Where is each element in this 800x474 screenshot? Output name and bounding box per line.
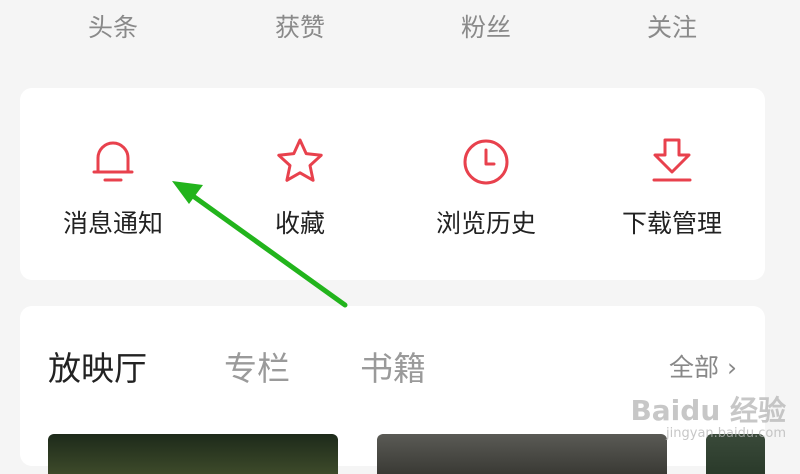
video-thumbnail[interactable]	[377, 434, 667, 474]
stat-headlines[interactable]: 头条	[88, 8, 138, 44]
baidu-watermark: Baidu 经验 jingyan.baidu.com	[630, 396, 786, 442]
tab-columns[interactable]: 专栏	[224, 342, 290, 390]
stat-following[interactable]: 关注	[647, 8, 697, 44]
messages-label: 消息通知	[62, 209, 163, 238]
downloads-button[interactable]: 下载管理	[587, 134, 757, 240]
quick-actions-card: 消息通知 收藏 浏览历史 下载管理	[20, 88, 765, 280]
tab-cinema[interactable]: 放映厅	[48, 342, 147, 390]
bell-icon	[92, 141, 134, 182]
download-icon	[652, 138, 692, 182]
watermark-url: jingyan.baidu.com	[666, 426, 786, 441]
profile-stats-row: 头条 获赞 粉丝 关注	[0, 0, 800, 60]
video-thumbnail[interactable]	[48, 434, 338, 474]
history-button[interactable]: 浏览历史	[401, 134, 571, 240]
history-label: 浏览历史	[435, 209, 536, 238]
watermark-brand: Baidu 经验	[630, 394, 786, 427]
stat-fans[interactable]: 粉丝	[461, 8, 511, 44]
star-icon	[277, 138, 323, 182]
media-card: 放映厅 专栏 书籍 全部 ›	[20, 306, 765, 474]
view-all-link[interactable]: 全部 ›	[669, 348, 737, 384]
messages-button[interactable]: 消息通知	[28, 134, 198, 240]
downloads-label: 下载管理	[621, 209, 722, 238]
tab-books[interactable]: 书籍	[360, 342, 426, 390]
clock-icon	[463, 139, 509, 185]
favorites-button[interactable]: 收藏	[215, 134, 385, 240]
favorites-label: 收藏	[274, 209, 325, 238]
stat-likes[interactable]: 获赞	[275, 8, 325, 44]
